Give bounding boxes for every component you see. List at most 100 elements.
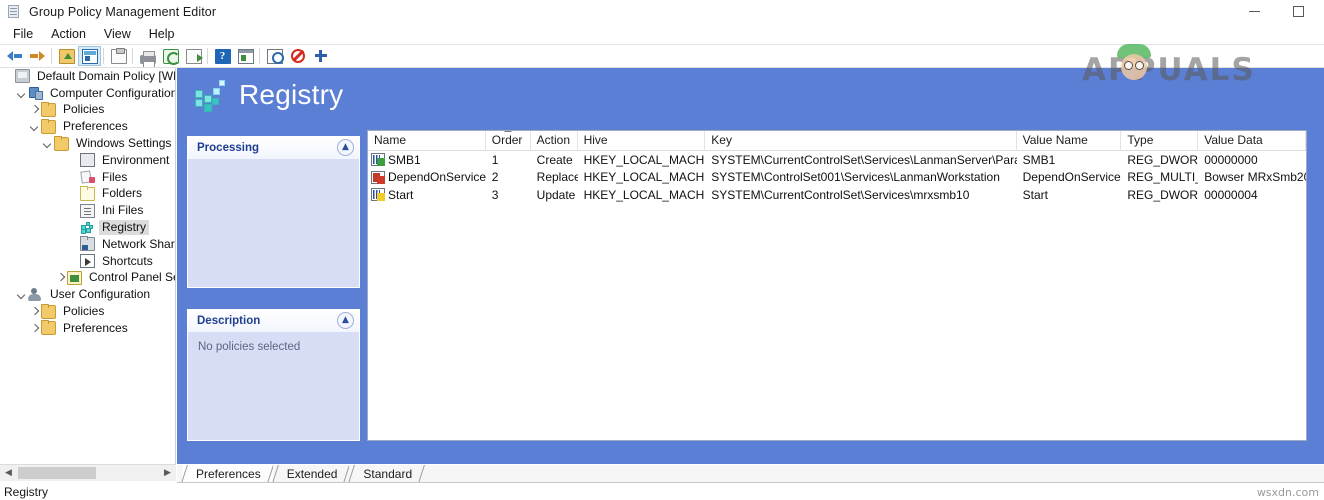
description-panel: Description ▲ No policies selected	[187, 309, 360, 441]
cell-text: REG_DWORD	[1127, 187, 1199, 202]
chevron-down-icon[interactable]	[15, 288, 28, 301]
chevron-down-icon[interactable]	[15, 87, 28, 100]
tree-item-windows-settings[interactable]: Windows Settings	[0, 135, 175, 152]
column-header-order[interactable]: Order	[486, 131, 531, 150]
print-button[interactable]	[136, 46, 159, 68]
processing-panel: Processing ▲	[187, 136, 360, 288]
menu-item-action[interactable]: Action	[42, 25, 95, 43]
tree-item-preferences[interactable]: Preferences	[0, 118, 175, 135]
cell-key: SYSTEM\ControlSet001\Services\LanmanWork…	[705, 169, 1016, 185]
cell-text: 2	[491, 170, 499, 185]
tree-item-policies[interactable]: Policies	[0, 303, 175, 320]
cell-name: DependOnService	[368, 169, 486, 185]
new-item-button[interactable]	[309, 46, 332, 66]
table-row[interactable]: DependOnService 2 Replace HKEY_LOCAL_MACHIN…	[368, 169, 1306, 187]
forward-button[interactable]	[26, 46, 49, 66]
tree-item-preferences[interactable]: Preferences	[0, 320, 175, 337]
processing-panel-title: Processing	[197, 142, 259, 154]
show-action-pane-button[interactable]	[234, 46, 257, 66]
cell-key: SYSTEM\CurrentControlSet\Services\mrxsmb…	[705, 187, 1016, 203]
column-header-key[interactable]: Key	[705, 131, 1017, 150]
scroll-left-arrow-icon[interactable]: ◀	[0, 465, 17, 482]
cell-type: REG_MULTI_SZ	[1121, 169, 1198, 185]
column-header-action[interactable]: Action	[531, 131, 578, 150]
menu-item-help[interactable]: Help	[140, 25, 184, 43]
folders-icon	[80, 185, 95, 201]
properties-button[interactable]	[263, 46, 286, 66]
tree-item-ini-files[interactable]: Ini Files	[0, 202, 175, 219]
scroll-right-arrow-icon[interactable]: ▶	[159, 465, 176, 482]
tree-item-shortcuts[interactable]: Shortcuts	[0, 253, 175, 270]
column-header-name[interactable]: Name	[368, 131, 486, 150]
view-tab-strip: Preferences Extended Standard	[177, 464, 1324, 483]
tree-item-default-domain-policy-win-kh[interactable]: Default Domain Policy [WIN-KH	[0, 68, 175, 85]
export-icon	[185, 48, 203, 64]
chevron-up-icon[interactable]: ▲	[337, 139, 354, 156]
properties-icon	[266, 48, 284, 64]
tree-item-user-configuration[interactable]: User Configuration	[0, 286, 175, 303]
tree-item-control-panel-setting[interactable]: Control Panel Setting	[0, 270, 175, 287]
tree-item-folders[interactable]: Folders	[0, 185, 175, 203]
column-header-label: Key	[711, 133, 732, 147]
menu-item-view[interactable]: View	[95, 25, 140, 43]
help-button[interactable]: ?	[211, 46, 234, 66]
copy-button[interactable]	[107, 46, 130, 66]
chevron-down-icon[interactable]	[28, 120, 41, 133]
maximize-button[interactable]	[1276, 0, 1320, 23]
back-button[interactable]	[3, 46, 26, 66]
toolbar: ?	[0, 45, 1324, 68]
chevron-right-icon[interactable]	[54, 271, 67, 284]
tab-preferences[interactable]: Preferences	[182, 465, 273, 483]
block-icon	[290, 49, 305, 63]
minimize-button[interactable]	[1232, 0, 1276, 23]
tab-standard[interactable]: Standard	[349, 465, 425, 483]
console-tree[interactable]: Default Domain Policy [WIN-KH Computer Co…	[0, 68, 176, 464]
table-row[interactable]: Start 3 Update HKEY_LOCAL_MACHINE SYSTEM\Cur…	[368, 186, 1306, 204]
cell-type: REG_DWORD	[1121, 152, 1198, 168]
table-row[interactable]: SMB1 1 Create HKEY_LOCAL_MACHINE SYSTEM\Curr…	[368, 151, 1306, 169]
registry-replace-icon	[371, 170, 385, 184]
cell-name: SMB1	[368, 152, 486, 168]
refresh-button[interactable]	[159, 46, 182, 66]
export-list-button[interactable]	[182, 46, 205, 66]
cell-value-name: DependOnService	[1017, 169, 1122, 185]
scrollbar-thumb[interactable]	[18, 466, 96, 479]
chevron-down-icon[interactable]	[41, 137, 54, 150]
disable-button[interactable]	[286, 46, 309, 66]
tree-item-environment[interactable]: Environment	[0, 152, 175, 169]
tree-item-label: Folders	[102, 186, 143, 201]
show-hide-console-tree-button[interactable]	[78, 46, 101, 66]
cell-order: 2	[486, 169, 531, 185]
column-header-value-name[interactable]: Value Name	[1017, 131, 1122, 150]
tree-item-network-shares[interactable]: Network Shares	[0, 236, 175, 253]
folder-icon	[41, 101, 56, 117]
tree-item-label: Preferences	[63, 119, 128, 134]
chevron-up-icon[interactable]: ▲	[337, 312, 354, 329]
folder-icon	[54, 135, 69, 151]
column-header-value-data[interactable]: Value Data	[1198, 131, 1306, 150]
console-tree-horizontal-scrollbar[interactable]: ◀ ▶	[0, 464, 176, 481]
status-bar: Registry	[0, 483, 1324, 500]
up-one-level-button[interactable]	[55, 46, 78, 66]
column-header-hive[interactable]: Hive	[578, 131, 706, 150]
column-header-type[interactable]: Type	[1121, 131, 1199, 150]
menu-item-file[interactable]: File	[4, 25, 42, 43]
cell-text: HKEY_LOCAL_MACHINE	[583, 152, 706, 167]
tree-item-computer-configuration[interactable]: Computer Configuration	[0, 85, 175, 102]
files-icon	[80, 170, 95, 184]
cell-value-data: 00000004	[1198, 187, 1306, 203]
sort-ascending-icon	[503, 131, 512, 132]
tree-item-files[interactable]: Files	[0, 169, 175, 186]
registry-items-list[interactable]: Name Order Action Hive Key Value Name Type Valu…	[367, 130, 1307, 441]
scrollbar-track[interactable]	[17, 465, 159, 482]
forward-arrow-icon	[30, 50, 45, 62]
folder-icon	[41, 303, 56, 319]
cell-text: 00000000	[1204, 152, 1258, 167]
tree-item-registry[interactable]: Registry	[0, 219, 175, 236]
tab-extended[interactable]: Extended	[272, 465, 350, 483]
chevron-right-icon[interactable]	[28, 103, 41, 116]
tree-item-policies[interactable]: Policies	[0, 101, 175, 119]
chevron-right-icon[interactable]	[28, 305, 41, 318]
chevron-right-icon[interactable]	[28, 322, 41, 335]
